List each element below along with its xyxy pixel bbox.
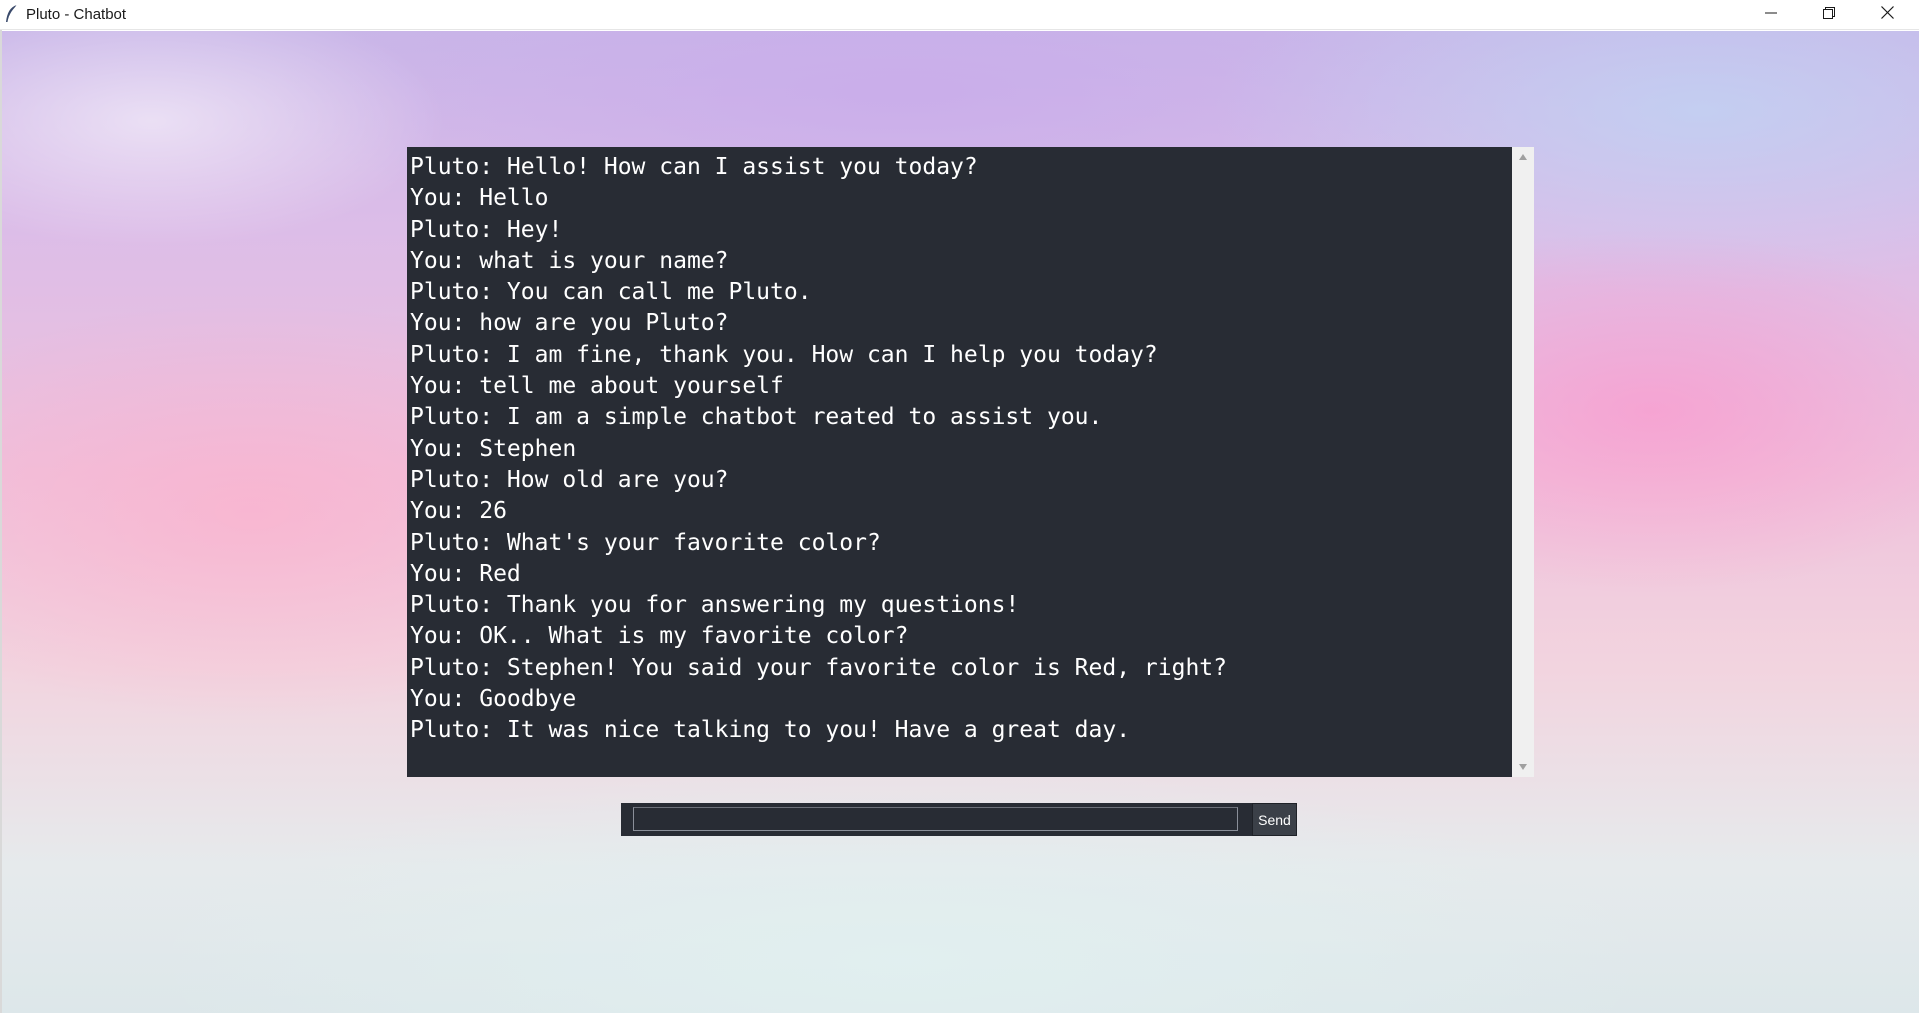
chat-message: You: Red [410, 560, 521, 587]
chat-message: You: Hello [410, 185, 549, 212]
chat-message: You: Goodbye [410, 686, 577, 713]
chat-log[interactable]: Pluto: Hello! How can I assist you today… [407, 147, 1512, 777]
input-frame [621, 803, 1252, 836]
close-button[interactable] [1858, 0, 1916, 30]
message-input[interactable] [633, 807, 1238, 831]
minimize-button[interactable] [1742, 0, 1800, 30]
chat-message: Pluto: It was nice talking to you! Have … [410, 717, 1131, 744]
chat-message: Pluto: Thank you for answering my questi… [410, 592, 1020, 619]
restore-button[interactable] [1800, 0, 1858, 30]
chat-message: Pluto: Stephen! You said your favorite c… [410, 654, 1227, 681]
chatbot-window: Pluto - Chatbot Pluto: Hello! How can I … [0, 0, 1919, 1013]
window-title: Pluto - Chatbot [26, 6, 127, 23]
scroll-up-arrow-icon[interactable] [1512, 149, 1534, 165]
send-button[interactable]: Send [1252, 803, 1297, 836]
chat-message: Pluto: What's your favorite color? [410, 529, 881, 556]
chat-message: You: Stephen [410, 435, 577, 462]
feather-icon [4, 4, 20, 24]
title-bar: Pluto - Chatbot [0, 0, 1919, 30]
minimize-icon [1765, 6, 1777, 24]
chat-message: Pluto: How old are you? [410, 466, 729, 493]
chat-message: Pluto: Hello! How can I assist you today… [410, 154, 978, 180]
scroll-down-arrow-icon[interactable] [1512, 759, 1534, 775]
restore-icon [1823, 6, 1835, 24]
chat-message: You: what is your name? [410, 247, 729, 274]
chat-message: You: OK.. What is my favorite color? [410, 623, 909, 650]
chat-message: Pluto: Hey! [410, 216, 563, 243]
chat-message: You: 26 [410, 498, 507, 525]
chat-message: Pluto: I am a simple chatbot reated to a… [410, 404, 1103, 431]
close-icon [1880, 6, 1894, 24]
chat-message: Pluto: I am fine, thank you. How can I h… [410, 341, 1158, 368]
chat-scrollbar[interactable] [1512, 147, 1534, 777]
chat-message: Pluto: You can call me Pluto. [410, 279, 812, 306]
chat-message: You: tell me about yourself [410, 373, 784, 400]
chat-message: You: how are you Pluto? [410, 310, 729, 337]
